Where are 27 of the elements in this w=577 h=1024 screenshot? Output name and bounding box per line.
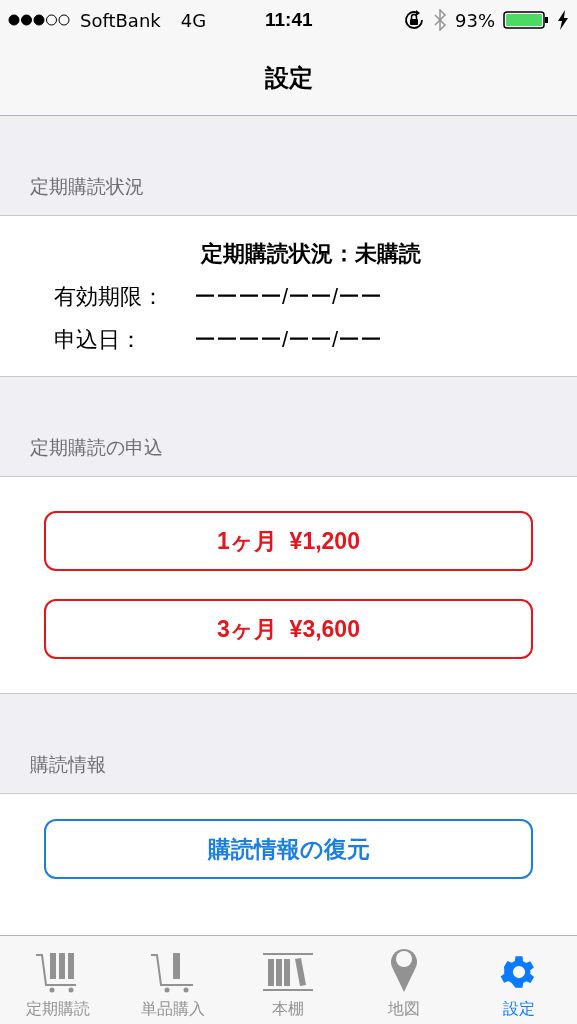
rotation-lock-icon — [403, 9, 425, 31]
bookshelf-icon — [262, 951, 315, 993]
section-header: 購読情報 — [30, 752, 106, 777]
row-label: 有効期限： — [54, 282, 165, 311]
subscription-status: 定期購読状況：未購読 — [199, 239, 422, 268]
row-label: 申込日： — [54, 325, 143, 354]
tab-item[interactable]: 地図 — [346, 936, 462, 1024]
section-header: 定期購読の申込 — [30, 435, 163, 460]
battery-percent: 93% — [455, 8, 495, 33]
carrier-name: SoftBank — [80, 8, 161, 33]
row-value: ーーーー/ーー/ーー — [194, 325, 383, 354]
tab-item[interactable]: 本棚 — [230, 936, 347, 1024]
tab-item[interactable]: 設定 — [461, 936, 577, 1024]
tab-item[interactable]: 定期購読 — [0, 936, 116, 1024]
bluetooth-icon — [433, 9, 447, 31]
purchase-button[interactable]: 購読情報の復元 — [44, 819, 533, 879]
signal-icon — [8, 14, 72, 26]
row-value: ーーーー/ーー/ーー — [194, 282, 383, 311]
purchase-button[interactable]: 3ヶ月 ¥3,600 — [44, 599, 533, 659]
purchase-button[interactable]: 1ヶ月 ¥1,200 — [44, 511, 533, 571]
tab-item[interactable]: 単品購入 — [115, 936, 231, 1024]
battery-icon — [503, 10, 549, 30]
network-type: 4G — [180, 8, 207, 33]
nav-title: 設定 — [264, 62, 313, 93]
clock-time: 11:41 — [265, 7, 313, 32]
section-header: 定期購読状況 — [30, 174, 144, 199]
charging-bolt-icon — [557, 10, 569, 30]
